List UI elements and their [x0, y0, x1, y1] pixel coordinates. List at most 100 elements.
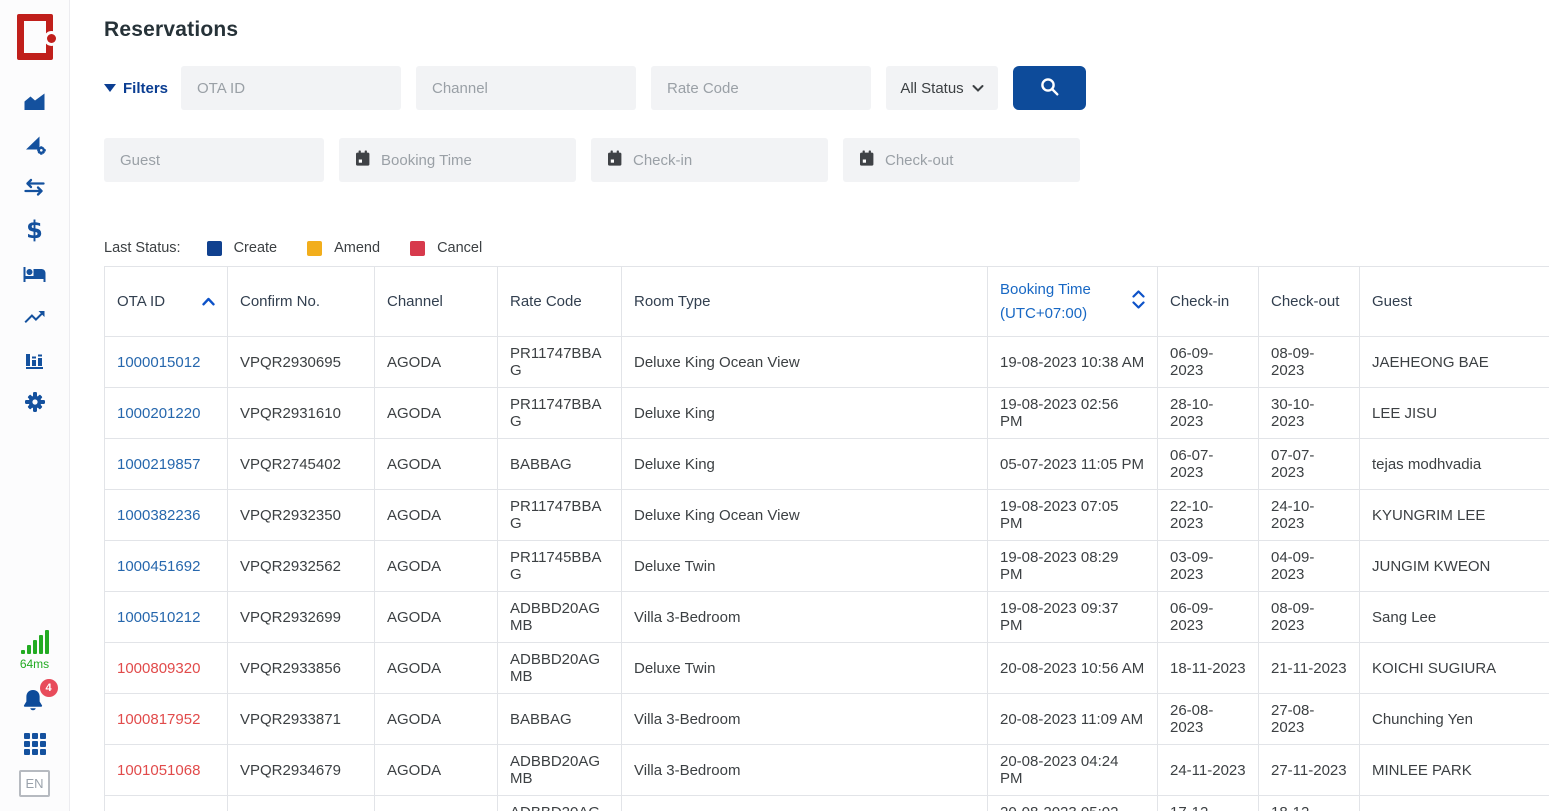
table-row[interactable]: 1000382236 VPQR2932350 AGODA PR11747BBAG… — [105, 490, 1549, 541]
apps-grid-icon[interactable] — [24, 733, 46, 755]
ota-id-link[interactable]: 1000201220 — [117, 405, 200, 422]
ota-id-link[interactable]: 1000451692 — [117, 558, 200, 575]
sidebar-item-dashboard[interactable] — [18, 88, 52, 114]
table-row[interactable]: 1000201220 VPQR2931610 AGODA PR11747BBAG… — [105, 388, 1549, 439]
check-out-cell: 08-09-2023 — [1259, 592, 1360, 643]
check-in-field[interactable]: Check-in — [591, 138, 828, 182]
rate-code-cell: BABBAG — [498, 439, 622, 490]
rate-code-input[interactable] — [651, 66, 871, 110]
col-header-room-type[interactable]: Room Type — [622, 267, 988, 337]
guest-input[interactable] — [104, 138, 324, 182]
rate-code-cell: BABBAG — [498, 694, 622, 745]
table-row[interactable]: 1000451692 VPQR2932562 AGODA PR11745BBAG… — [105, 541, 1549, 592]
rate-code-cell: PR11747BBAG — [498, 388, 622, 439]
table-row[interactable]: 1000015012 VPQR2930695 AGODA PR11747BBAG… — [105, 337, 1549, 388]
channel-input[interactable] — [416, 66, 636, 110]
channel-cell: AGODA — [375, 643, 498, 694]
sidebar-item-reports[interactable] — [18, 346, 52, 372]
area-chart-icon — [22, 90, 47, 112]
filters-row-2: Booking Time Check-in — [104, 138, 1549, 182]
check-out-placeholder: Check-out — [885, 152, 953, 169]
sidebar-nav: $ — [18, 88, 52, 415]
sidebar-item-rate-plans[interactable] — [18, 131, 52, 157]
legend-item-amend: Amend — [307, 240, 380, 256]
status-dropdown[interactable]: All Status — [886, 66, 998, 110]
sidebar-item-transactions[interactable] — [18, 174, 52, 200]
legend-item-label: Cancel — [437, 240, 482, 256]
ota-id-link[interactable]: 1000510212 — [117, 609, 200, 626]
check-out-field[interactable]: Check-out — [843, 138, 1080, 182]
table-row[interactable]: 1000510212 VPQR2932699 AGODA ADBBD20AGMB… — [105, 592, 1549, 643]
channel-cell: AGODA — [375, 490, 498, 541]
col-label: Booking Time — [1000, 281, 1091, 298]
check-in-cell: 06-07-2023 — [1158, 439, 1259, 490]
ota-id-link[interactable]: 1000219857 — [117, 456, 200, 473]
notifications-button[interactable]: 4 — [18, 686, 52, 718]
filters-toggle[interactable]: Filters — [104, 80, 166, 97]
col-sublabel: (UTC+07:00) — [1000, 305, 1091, 322]
ota-id-link[interactable]: 1000015012 — [117, 354, 200, 371]
ota-id-link[interactable]: 1000809320 — [117, 660, 200, 677]
ota-id-link[interactable]: 1000817952 — [117, 711, 200, 728]
ota-id-link[interactable]: 1001051068 — [117, 762, 200, 779]
logo-dot-shape — [47, 34, 56, 43]
booking-time-cell: 19-08-2023 02:56 PM — [988, 388, 1158, 439]
sort-asc-icon — [202, 293, 215, 310]
check-out-cell: 21-11-2023 — [1259, 643, 1360, 694]
rate-code-cell: ADBBD20AGMB — [498, 745, 622, 796]
sidebar-item-settings[interactable] — [18, 389, 52, 415]
col-header-check-in[interactable]: Check-in — [1158, 267, 1259, 337]
booking-time-cell: 05-07-2023 11:05 PM — [988, 439, 1158, 490]
latency-value: 64ms — [20, 657, 49, 671]
table-row[interactable]: 1001080232 VPQR2934763 AGODA ADBBD20AGMB… — [105, 796, 1549, 811]
confirm-no-cell: VPQR2933856 — [228, 643, 375, 694]
sidebar-item-rooms[interactable] — [18, 260, 52, 286]
room-type-cell: Deluxe King — [622, 796, 988, 811]
table-row[interactable]: 1000809320 VPQR2933856 AGODA ADBBD20AGMB… — [105, 643, 1549, 694]
amend-color-swatch — [307, 241, 322, 256]
col-header-ota-id[interactable]: OTA ID — [105, 267, 228, 337]
check-in-cell: 28-10-2023 — [1158, 388, 1259, 439]
col-header-confirm-no[interactable]: Confirm No. — [228, 267, 375, 337]
col-header-guest[interactable]: Guest — [1360, 267, 1549, 337]
ota-id-link[interactable]: 1000382236 — [117, 507, 200, 524]
magnifier-icon — [1039, 76, 1061, 101]
guest-cell: Sang Lee — [1360, 592, 1549, 643]
table-row[interactable]: 1001051068 VPQR2934679 AGODA ADBBD20AGMB… — [105, 745, 1549, 796]
check-out-cell: 24-10-2023 — [1259, 490, 1360, 541]
sidebar-item-trends[interactable] — [18, 303, 52, 329]
bed-icon — [22, 262, 47, 284]
legend-item-label: Create — [234, 240, 278, 256]
col-header-rate-code[interactable]: Rate Code — [498, 267, 622, 337]
col-label: Check-in — [1170, 293, 1229, 310]
guest-cell: Chunching Yen — [1360, 694, 1549, 745]
guest-cell: MINLEE PARK — [1360, 745, 1549, 796]
col-header-check-out[interactable]: Check-out — [1259, 267, 1360, 337]
reservations-table-wrap: OTA ID Confirm No. Channel Rate Code Roo… — [104, 266, 1549, 811]
legend-item-create: Create — [207, 240, 278, 256]
booking-time-field[interactable]: Booking Time — [339, 138, 576, 182]
filters-toggle-label: Filters — [123, 80, 168, 97]
page-title: Reservations — [104, 18, 1549, 42]
channel-cell: AGODA — [375, 541, 498, 592]
table-row[interactable]: 1000817952 VPQR2933871 AGODA BABBAG Vill… — [105, 694, 1549, 745]
rate-code-cell: ADBBD20AGMB — [498, 796, 622, 811]
gear-icon — [23, 390, 47, 414]
col-header-channel[interactable]: Channel — [375, 267, 498, 337]
brand-logo[interactable] — [17, 14, 53, 60]
col-label: OTA ID — [117, 293, 165, 310]
col-header-booking-time[interactable]: Booking Time (UTC+07:00) — [988, 267, 1158, 337]
check-in-cell: 17-12-2023 — [1158, 796, 1259, 811]
booking-time-cell: 20-08-2023 04:24 PM — [988, 745, 1158, 796]
chevron-down-icon — [104, 84, 116, 92]
language-selector[interactable]: EN — [19, 770, 50, 797]
guest-cell: Dasaem Shin — [1360, 796, 1549, 811]
confirm-no-cell: VPQR2745402 — [228, 439, 375, 490]
sidebar-item-pricing[interactable]: $ — [18, 217, 52, 243]
confirm-no-cell: VPQR2931610 — [228, 388, 375, 439]
search-button[interactable] — [1013, 66, 1086, 110]
status-dropdown-value: All Status — [900, 80, 963, 97]
table-row[interactable]: 1000219857 VPQR2745402 AGODA BABBAG Delu… — [105, 439, 1549, 490]
confirm-no-cell: VPQR2934763 — [228, 796, 375, 811]
ota-id-input[interactable] — [181, 66, 401, 110]
